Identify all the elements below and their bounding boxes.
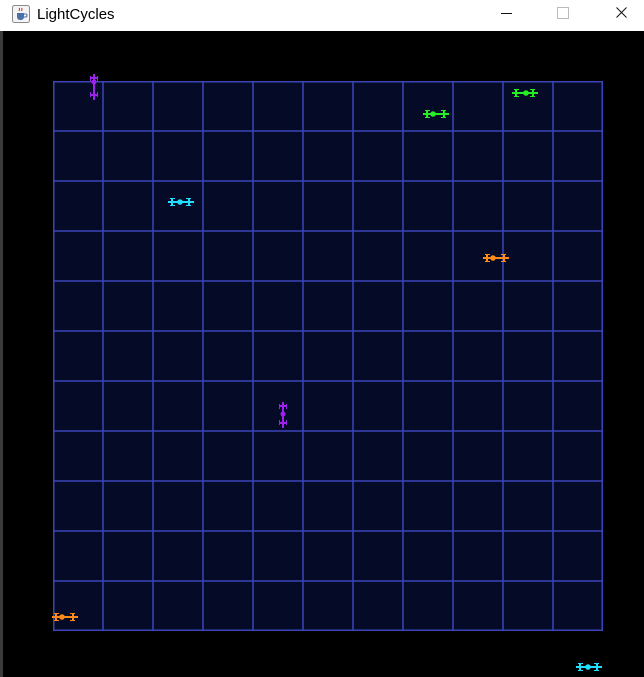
cyan-light-cycle xyxy=(168,198,194,206)
java-cup-icon xyxy=(12,5,30,23)
maximize-button[interactable] xyxy=(540,0,586,31)
purple-light-cycle xyxy=(90,74,98,100)
green-light-cycle xyxy=(423,110,449,118)
purple-light-cycle xyxy=(279,402,287,428)
green-light-cycle xyxy=(512,89,538,97)
close-icon xyxy=(616,7,627,18)
grid-background xyxy=(53,81,603,631)
window-title: LightCycles xyxy=(37,6,115,23)
minimize-button[interactable] xyxy=(483,0,529,31)
orange-light-cycle xyxy=(483,254,509,262)
close-button[interactable] xyxy=(598,0,644,31)
game-grid xyxy=(53,81,603,631)
cyan-light-cycle xyxy=(576,663,602,671)
title-bar: LightCycles xyxy=(0,0,644,31)
orange-light-cycle xyxy=(52,613,78,621)
